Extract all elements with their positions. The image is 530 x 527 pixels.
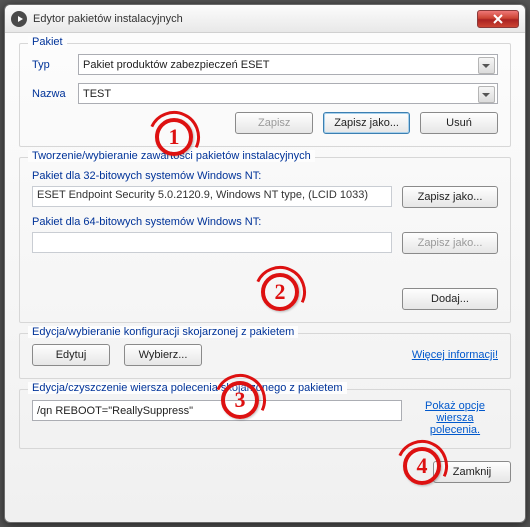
dialog-body: Pakiet Typ Pakiet produktów zabezpieczeń…	[5, 33, 525, 522]
add-button[interactable]: Dodaj...	[402, 288, 498, 310]
cmdline-input[interactable]	[32, 400, 402, 421]
name-select-wrap: TEST	[78, 83, 498, 104]
cmdline-group-title: Edycja/czyszczenie wiersza polecenia sko…	[28, 382, 347, 394]
name-select[interactable]: TEST	[78, 83, 498, 104]
close-button[interactable]: Zamknij	[433, 461, 511, 483]
dialog-window: Edytor pakietów instalacyjnych Pakiet Ty…	[4, 4, 526, 523]
window-title: Edytor pakietów instalacyjnych	[33, 13, 477, 25]
package-buttons: Zapisz Zapisz jako... Usuń	[32, 112, 498, 134]
type-select[interactable]: Pakiet produktów zabezpieczeń ESET	[78, 54, 498, 75]
config-row: Edytuj Wybierz... Więcej informacji!	[32, 344, 498, 366]
pkg64-field[interactable]	[32, 232, 392, 253]
name-label: Nazwa	[32, 88, 78, 100]
name-row: Nazwa TEST	[32, 83, 498, 104]
show-options-link[interactable]: Pokaż opcje wiersza polecenia.	[412, 400, 498, 436]
content-add-row: Dodaj...	[32, 288, 498, 310]
config-group: Edycja/wybieranie konfiguracji skojarzon…	[19, 333, 511, 379]
pkg32-saveas-button[interactable]: Zapisz jako...	[402, 186, 498, 208]
pkg64-label: Pakiet dla 64-bitowych systemów Windows …	[32, 216, 498, 228]
pkg32-row: ESET Endpoint Security 5.0.2120.9, Windo…	[32, 186, 498, 208]
pkg64-row: Zapisz jako...	[32, 232, 498, 254]
config-group-title: Edycja/wybieranie konfiguracji skojarzon…	[28, 326, 298, 338]
more-info-link[interactable]: Więcej informacji!	[412, 349, 498, 361]
save-as-button[interactable]: Zapisz jako...	[323, 112, 410, 134]
type-label: Typ	[32, 59, 78, 71]
edit-button[interactable]: Edytuj	[32, 344, 110, 366]
delete-button[interactable]: Usuń	[420, 112, 498, 134]
pkg64-saveas-button[interactable]: Zapisz jako...	[402, 232, 498, 254]
content-group-title: Tworzenie/wybieranie zawartości pakietów…	[28, 150, 315, 162]
package-group-title: Pakiet	[28, 36, 67, 48]
close-icon[interactable]	[477, 10, 519, 28]
type-row: Typ Pakiet produktów zabezpieczeń ESET	[32, 54, 498, 75]
save-button[interactable]: Zapisz	[235, 112, 313, 134]
cmdline-row: Pokaż opcje wiersza polecenia.	[32, 400, 498, 436]
pkg32-label: Pakiet dla 32-bitowych systemów Windows …	[32, 170, 498, 182]
package-group: Pakiet Typ Pakiet produktów zabezpieczeń…	[19, 43, 511, 147]
footer: Zamknij	[19, 455, 511, 483]
app-icon	[11, 11, 27, 27]
choose-button[interactable]: Wybierz...	[124, 344, 202, 366]
pkg32-field[interactable]: ESET Endpoint Security 5.0.2120.9, Windo…	[32, 186, 392, 207]
type-select-wrap: Pakiet produktów zabezpieczeń ESET	[78, 54, 498, 75]
cmdline-group: Edycja/czyszczenie wiersza polecenia sko…	[19, 389, 511, 449]
content-group: Tworzenie/wybieranie zawartości pakietów…	[19, 157, 511, 323]
title-bar: Edytor pakietów instalacyjnych	[5, 5, 525, 33]
